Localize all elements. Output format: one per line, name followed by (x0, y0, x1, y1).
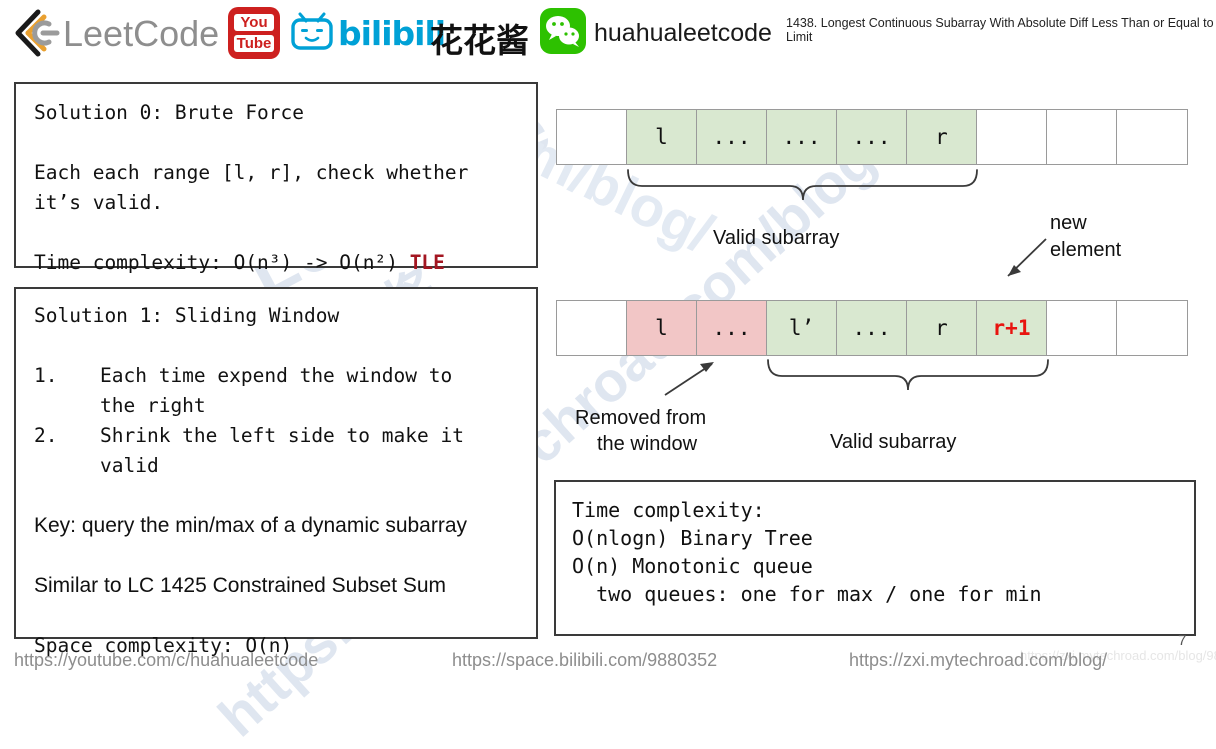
list-item-2-text-b: valid (100, 454, 159, 477)
solution-1-key-line: Key: query the min/max of a dynamic suba… (34, 514, 468, 537)
solution-0-title: Solution 0: Brute Force (34, 101, 305, 124)
time-complexity-line-3: O(n) Monotonic queue (572, 554, 813, 578)
array-diagram-1: l......... r (556, 109, 1188, 165)
solution-1-list-item-1: 1. Each time expend the window to the ri… (34, 361, 536, 421)
array-cell (557, 301, 627, 355)
header-bar: LeetCode You Tube bilibili 花花酱 huahualee… (0, 0, 1216, 66)
solution-1-blank-4 (34, 601, 536, 631)
brace-valid-subarray-1 (627, 169, 978, 201)
array-cell: l (627, 110, 697, 164)
solution-0-desc-line-2: it’s valid. (34, 191, 164, 214)
list-item-2-number: 2. (34, 424, 58, 447)
solution-1-title: Solution 1: Sliding Window (34, 304, 340, 327)
array-cell: l’ (767, 301, 837, 355)
solution-1-box: Solution 1: Sliding Window 1. Each time … (14, 287, 538, 657)
new-element-label-line-2: element (1050, 239, 1122, 261)
new-element-arrow-head (1008, 265, 1021, 276)
page-number: 7 (1178, 632, 1187, 649)
solution-0-complexity-line: Time complexity: O(n³) -> O(n²) TLE (34, 248, 536, 278)
solution-1-blank-1 (34, 331, 536, 361)
slide-root: LeetCode m/blog/ 花花酱 https://zxi.mytechr… (0, 0, 1216, 748)
brace-valid-subarray-2 (767, 359, 1049, 391)
removed-arrow-line (664, 363, 713, 396)
array-cell: ... (697, 301, 767, 355)
bilibili-channel-name: 花花酱 (430, 21, 529, 60)
array-cell (1117, 110, 1187, 164)
array-cell (1047, 110, 1117, 164)
diagram-2-brace-label: Valid subarray (830, 431, 957, 453)
array-cell: ... (697, 110, 767, 164)
removed-label-line-1: Removed from (575, 407, 707, 429)
footer-link-bilibili[interactable]: https://space.bilibili.com/9880352 (452, 650, 717, 671)
array-cell (557, 110, 627, 164)
bilibili-tv-glyph (291, 12, 333, 50)
list-item-1-number: 1. (34, 364, 58, 387)
solution-0-box: Solution 0: Brute Force Each each range … (14, 82, 538, 274)
solution-0-complexity-text: Time complexity: O(n³) -> O(n²) (34, 251, 410, 274)
array-cell: r (907, 110, 977, 164)
wechat-account-name: huahualeetcode (594, 19, 772, 47)
new-element-label-line-1: new (1050, 212, 1087, 234)
youtube-tube-label: Tube (234, 35, 274, 52)
footer-link-blog[interactable]: https://zxi.mytechroad.com/blog/ (849, 650, 1107, 671)
new-element-arrow-line (1007, 238, 1047, 277)
solution-0-desc-line-1: Each each range [l, r], check whether (34, 161, 469, 184)
time-complexity-line-1: Time complexity: (572, 498, 765, 522)
array-cell: l (627, 301, 697, 355)
array-cell: ... (767, 110, 837, 164)
leetcode-logo[interactable]: LeetCode (8, 8, 238, 58)
time-complexity-box: Time complexity: O(nlogn) Binary Tree O(… (554, 480, 1196, 636)
solution-1-similar-line: Similar to LC 1425 Constrained Subset Su… (34, 574, 447, 597)
array-cell: r+1 (977, 301, 1047, 355)
youtube-you-label: You (234, 14, 274, 31)
array-cell (1117, 301, 1187, 355)
bilibili-tv-icon[interactable] (290, 12, 334, 52)
solution-0-blank-1 (34, 128, 536, 158)
page-title: 1438. Longest Continuous Subarray With A… (786, 16, 1214, 44)
tle-badge: TLE (409, 251, 445, 274)
array-cell (977, 110, 1047, 164)
removed-arrow-head (700, 362, 714, 372)
array-cell (1047, 301, 1117, 355)
list-item-2-text-a: Shrink the left side to make it (100, 424, 464, 447)
list-item-1-text-a: Each time expend the window to (100, 364, 453, 387)
array-cell: r (907, 301, 977, 355)
solution-0-blank-2 (34, 218, 536, 248)
solution-1-blank-3 (34, 541, 536, 571)
time-complexity-line-2: O(nlogn) Binary Tree (572, 526, 813, 550)
array-diagram-2: l... l’... r r+1 (556, 300, 1188, 356)
footer-link-youtube[interactable]: https://youtube.com/c/huahualeetcode (14, 650, 318, 671)
solution-1-blank-2 (34, 481, 536, 511)
diagram-1-brace-label: Valid subarray (713, 227, 840, 249)
time-complexity-line-4: two queues: one for max / one for min (572, 582, 1042, 606)
array-cell: ... (837, 110, 907, 164)
array-cell: ... (837, 301, 907, 355)
wechat-icon[interactable] (540, 8, 586, 54)
solution-1-list-item-2: 2. Shrink the left side to make it valid (34, 421, 536, 481)
removed-label-line-2: the window (597, 433, 698, 455)
list-item-1-text-b: the right (100, 394, 206, 417)
wechat-glyph (546, 16, 579, 47)
youtube-icon[interactable]: You Tube (228, 7, 280, 59)
leetcode-logo-label: LeetCode (63, 13, 220, 54)
